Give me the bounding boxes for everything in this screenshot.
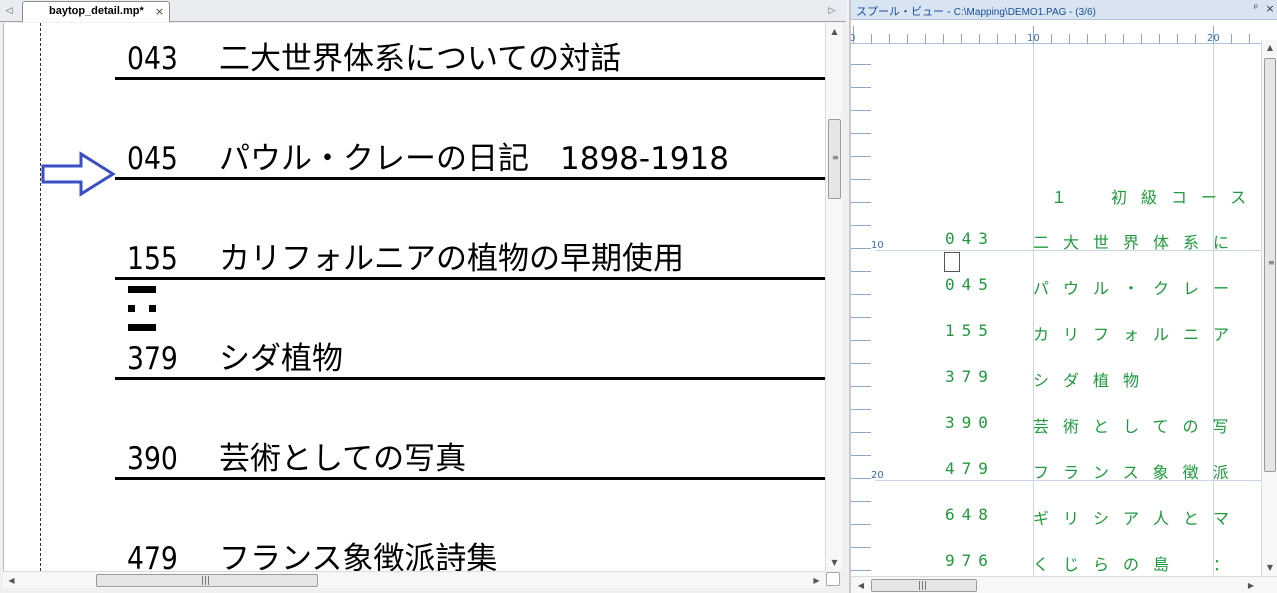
- item-title: 二大世界体系についての対話: [219, 41, 622, 77]
- editor-vertical-scrollbar[interactable]: ▲ ≡ ▼: [825, 23, 842, 571]
- detail-row[interactable]: 045 パウル・クレーの日記 1898-1918: [115, 77, 825, 180]
- scroll-down-icon[interactable]: ▼: [826, 554, 843, 571]
- spool-view-title: スプール・ビュー - C:\Mapping\DEMO1.PAG - (3/6): [856, 3, 1096, 19]
- left-margin-guide: [40, 23, 41, 571]
- scroll-up-icon[interactable]: ▲: [826, 23, 843, 40]
- pin-icon[interactable]: ᵖ: [1250, 3, 1262, 15]
- spool-text: パウル・クレー: [1033, 279, 1244, 298]
- spool-code: 390: [945, 413, 995, 432]
- detail-editor-pane: ◁ baytop_detail.mp* × ▷ 043 二大世界体系についての対…: [0, 0, 846, 593]
- scroll-thumb[interactable]: |||: [871, 579, 977, 592]
- item-title: 芸術としての写真: [219, 441, 467, 477]
- spool-line: 155 カリフォルニア: [851, 321, 1261, 344]
- detail-row[interactable]: 479 フランス象徴派詩集: [115, 477, 825, 571]
- spool-view-pane: スプール・ビュー - C:\Mapping\DEMO1.PAG - (3/6) …: [849, 0, 1277, 593]
- application-window: ◁ baytop_detail.mp* × ▷ 043 二大世界体系についての対…: [0, 0, 1277, 593]
- detail-row[interactable]: 155 カリフォルニアの植物の早期使用: [115, 177, 825, 280]
- editor-horizontal-scrollbar[interactable]: ◀ ||| ▶: [3, 571, 825, 588]
- spool-code: 155: [945, 321, 995, 340]
- detail-row[interactable]: 043 二大世界体系についての対話: [115, 23, 825, 80]
- tab-close-icon[interactable]: ×: [153, 5, 166, 18]
- vertical-ruler: 10 20: [851, 44, 884, 576]
- spool-line: 045 パウル・クレー: [851, 275, 1261, 298]
- grip-icon: |||: [918, 581, 928, 591]
- scroll-left-icon[interactable]: ◀: [853, 577, 869, 593]
- spool-line: 390 芸術としての写: [851, 413, 1261, 436]
- scroll-right-icon[interactable]: ▶: [808, 572, 825, 589]
- repeat-field-marker-icon: [128, 286, 156, 332]
- page-grid-line: [1033, 44, 1034, 576]
- spool-text: 二大世界体系に: [1033, 233, 1244, 252]
- item-code: 045: [127, 141, 178, 177]
- spool-view-caption: スプール・ビュー -: [856, 6, 954, 18]
- close-icon[interactable]: ×: [1264, 3, 1276, 15]
- spool-text: シダ植物: [1033, 371, 1154, 390]
- spool-code: 648: [945, 505, 995, 524]
- grip-icon: |||: [201, 576, 211, 586]
- spool-code: 976: [945, 551, 995, 570]
- document-tabstrip: ◁ baytop_detail.mp* × ▷: [0, 0, 846, 22]
- spool-code: 479: [945, 459, 995, 478]
- scroll-left-icon[interactable]: ◀: [3, 572, 20, 589]
- item-title: シダ植物: [219, 341, 343, 377]
- scroll-right-icon[interactable]: ▶: [1243, 577, 1259, 593]
- item-code: 043: [127, 41, 178, 77]
- ruler-label: 0: [851, 33, 856, 44]
- spool-line: 976 くじらの島 ：: [851, 551, 1261, 574]
- spool-code: 379: [945, 367, 995, 386]
- ruler-label: 10: [1027, 33, 1040, 44]
- spool-line: 479 フランス象徴派: [851, 459, 1261, 482]
- scroll-thumb[interactable]: ≡: [1264, 58, 1276, 472]
- current-row-arrow-icon: [41, 151, 116, 197]
- spool-line: 379 シダ植物: [851, 367, 1261, 390]
- size-grip-icon[interactable]: [826, 572, 840, 586]
- spool-code: 043: [945, 229, 995, 248]
- page-grid-line: [1213, 44, 1214, 576]
- tab-label: baytop_detail.mp*: [49, 5, 144, 17]
- spool-horizontal-scrollbar[interactable]: ◀ ||| ▶: [851, 576, 1277, 593]
- detail-row[interactable]: 379 シダ植物: [115, 277, 825, 380]
- item-code: 390: [127, 441, 178, 477]
- scroll-up-icon[interactable]: ▲: [1262, 40, 1277, 56]
- item-code: 155: [127, 241, 178, 277]
- item-title: フランス象徴派詩集: [219, 541, 498, 571]
- item-code: 479: [127, 541, 178, 571]
- spool-heading: １ 初級コース: [1051, 188, 1261, 207]
- item-title: パウル・クレーの日記 1898-1918: [219, 141, 729, 177]
- scroll-thumb[interactable]: ≡: [828, 119, 841, 199]
- spool-text: くじらの島 ：: [1033, 555, 1244, 574]
- grip-icon: ≡: [832, 153, 839, 162]
- spool-text: ギリシア人とマ: [1033, 509, 1244, 528]
- spool-text: カリフォルニア: [1033, 325, 1244, 344]
- spool-page-canvas[interactable]: 0 10 20 10 20 １ 初級コース 043 二大世界体系に 045 パウ…: [851, 20, 1261, 576]
- spool-text: 芸術としての写: [1033, 417, 1243, 436]
- tab-scroll-left-icon[interactable]: ◁: [3, 4, 15, 18]
- spool-line: 648 ギリシア人とマ: [851, 505, 1261, 528]
- item-title: カリフォルニアの植物の早期使用: [219, 241, 684, 277]
- tab-baytop-detail[interactable]: baytop_detail.mp* ×: [22, 1, 170, 22]
- spool-line: 043 二大世界体系に: [851, 229, 1261, 252]
- spool-code: 045: [945, 275, 995, 294]
- ruler-label: 20: [1207, 33, 1220, 44]
- detail-canvas[interactable]: 043 二大世界体系についての対話 045 パウル・クレーの日記 1898-19…: [3, 23, 825, 571]
- scroll-down-icon[interactable]: ▼: [1262, 560, 1277, 576]
- spool-view-titlebar[interactable]: スプール・ビュー - C:\Mapping\DEMO1.PAG - (3/6) …: [851, 0, 1277, 20]
- detail-row[interactable]: 390 芸術としての写真: [115, 377, 825, 480]
- item-code: 379: [127, 341, 178, 377]
- tab-scroll-right-icon[interactable]: ▷: [826, 4, 838, 18]
- scroll-thumb[interactable]: |||: [96, 574, 318, 587]
- spool-file-path: C:\Mapping\DEMO1.PAG - (3/6): [953, 7, 1096, 18]
- spool-heading-line: １ 初級コース: [851, 184, 1261, 207]
- spool-vertical-scrollbar[interactable]: ▲ ≡ ▼: [1261, 40, 1277, 576]
- grip-icon: ≡: [1268, 258, 1275, 267]
- horizontal-ruler: 0 10 20: [851, 20, 1261, 44]
- spool-text: フランス象徴派: [1033, 463, 1243, 482]
- cursor-position-box: [944, 252, 960, 272]
